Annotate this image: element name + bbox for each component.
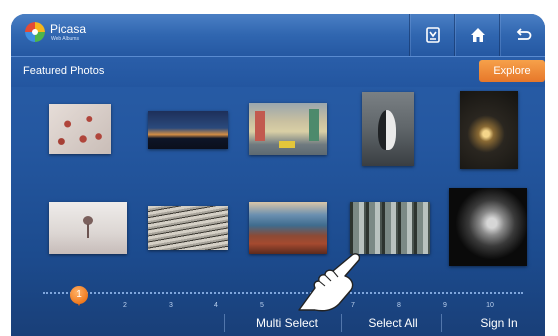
picasa-logo: Picasa Web Albums (25, 22, 86, 42)
mirror-phone-icon (425, 27, 440, 43)
photo-cat-portrait[interactable] (449, 188, 527, 266)
photo-city-night-skyline[interactable] (148, 111, 228, 149)
top-bar: Picasa Web Albums (11, 14, 545, 56)
page-tick[interactable]: 10 (483, 302, 497, 309)
photo-lone-tree[interactable] (49, 202, 127, 254)
photo-red-flowers[interactable] (49, 104, 111, 154)
explore-button[interactable]: Explore (479, 60, 545, 82)
page-tick[interactable]: 8 (392, 302, 406, 309)
page-tick[interactable]: 5 (255, 302, 269, 309)
pointing-hand-icon (298, 253, 361, 312)
home-button[interactable] (454, 14, 500, 56)
page-tick[interactable]: 3 (164, 302, 178, 309)
page-tick[interactable]: 2 (118, 302, 132, 309)
photo-foggy-forest[interactable] (350, 202, 430, 254)
bottom-action-bar: Multi Select Select All Sign In (11, 310, 545, 336)
home-icon (470, 28, 485, 42)
page-indicator[interactable]: 1 (70, 286, 88, 304)
app-window: Picasa Web Albums Featured Photos Explor… (11, 14, 545, 336)
app-subname: Web Albums (51, 35, 79, 42)
section-header: Featured Photos Explore (11, 56, 545, 87)
divider (224, 314, 225, 332)
back-icon (516, 28, 531, 40)
page-slider-track[interactable] (43, 292, 523, 297)
divider (441, 314, 442, 332)
mirror-button[interactable] (409, 14, 455, 56)
divider (341, 314, 342, 332)
page-tick[interactable]: 9 (438, 302, 452, 309)
photo-lamp-glow[interactable] (460, 91, 518, 169)
photo-rocky-coast[interactable] (249, 202, 327, 254)
sign-in-button[interactable]: Sign In (459, 310, 539, 336)
section-title: Featured Photos (23, 65, 105, 77)
picasa-pinwheel-icon (25, 22, 45, 42)
photo-street-scene[interactable] (249, 103, 327, 155)
back-button[interactable] (499, 14, 545, 56)
photo-birds-on-wires[interactable] (148, 206, 228, 250)
photo-penguin[interactable] (362, 92, 414, 166)
app-name: Picasa (50, 21, 87, 36)
page-tick[interactable]: 4 (209, 302, 223, 309)
